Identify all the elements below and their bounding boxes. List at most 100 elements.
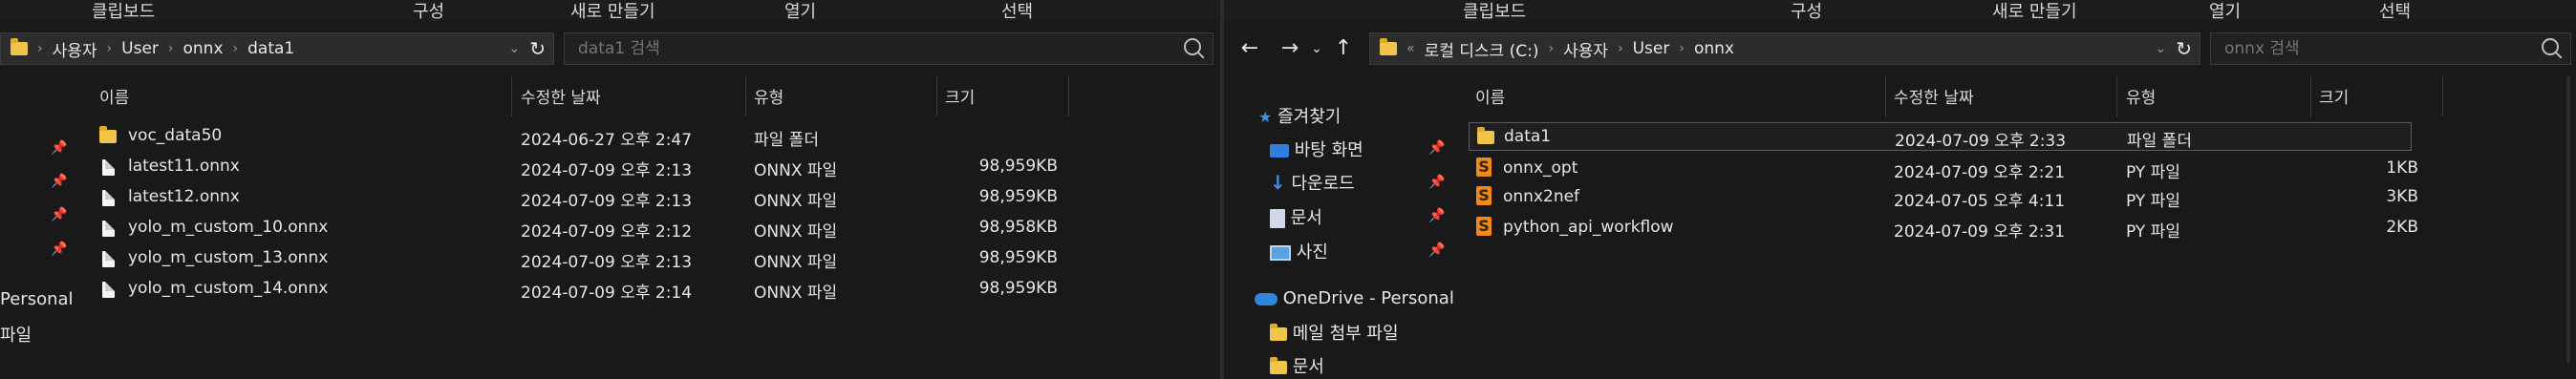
- ribbon-organize[interactable]: 구성: [413, 0, 444, 23]
- chevron-down-icon[interactable]: ⌄: [2156, 41, 2167, 56]
- nav-onedrive[interactable]: OneDrive - Personal: [1255, 288, 1454, 308]
- column-divider[interactable]: [511, 76, 512, 116]
- breadcrumb-user[interactable]: User: [1633, 39, 1670, 58]
- breadcrumb-users[interactable]: 사용자: [1563, 37, 1608, 61]
- search-box[interactable]: [564, 32, 1213, 65]
- column-header-row: 이름 수정한 날짜 유형 크기: [0, 76, 1220, 116]
- chevron-down-icon[interactable]: ⌄: [1302, 32, 1331, 65]
- list-item[interactable]: voc_data50 2024-06-27 오후 2:47 파일 폴더: [0, 122, 1220, 151]
- list-item[interactable]: latest11.onnx 2024-07-09 오후 2:13 ONNX 파일…: [0, 153, 1220, 181]
- ribbon-open[interactable]: 열기: [784, 0, 816, 23]
- breadcrumb-users[interactable]: 사용자: [53, 37, 97, 61]
- file-type: ONNX 파일: [754, 161, 838, 180]
- column-divider[interactable]: [1068, 76, 1069, 116]
- chevron-right-icon: ›: [232, 41, 239, 56]
- column-date[interactable]: 수정한 날짜: [1894, 84, 1974, 108]
- list-item[interactable]: S python_api_workflow 2024-07-09 오후 2:31…: [1224, 214, 2576, 242]
- list-item[interactable]: S onnx2nef 2024-07-05 오후 4:11 PY 파일 3KB: [1224, 183, 2576, 212]
- ribbon-groups: 클립보드 구성 새로 만들기 열기 선택: [1224, 0, 2576, 23]
- file-type: PY 파일: [2126, 222, 2180, 242]
- file-size: 98,959KB: [978, 248, 1058, 267]
- file-icon: [102, 219, 115, 238]
- search-box[interactable]: [2210, 32, 2571, 65]
- file-date: 2024-07-09 오후 2:12: [521, 222, 693, 242]
- breadcrumb-data1[interactable]: data1: [247, 39, 294, 58]
- column-divider[interactable]: [2310, 76, 2311, 116]
- column-divider[interactable]: [1885, 76, 1886, 116]
- file-size: 3KB: [2386, 187, 2418, 206]
- column-name[interactable]: 이름: [99, 84, 129, 108]
- python-file-icon: S: [1476, 217, 1492, 236]
- up-arrow-icon[interactable]: ↑: [1329, 32, 1358, 65]
- column-type[interactable]: 유형: [754, 84, 784, 108]
- nav-files[interactable]: 파일: [0, 322, 32, 347]
- ribbon-open[interactable]: 열기: [2209, 0, 2241, 23]
- list-item[interactable]: latest12.onnx 2024-07-09 오후 2:13 ONNX 파일…: [0, 183, 1220, 212]
- column-size[interactable]: 크기: [945, 84, 975, 108]
- list-item[interactable]: yolo_m_custom_14.onnx 2024-07-09 오후 2:14…: [0, 275, 1220, 304]
- breadcrumb-onnx[interactable]: onnx: [183, 39, 224, 58]
- scrollbar[interactable]: [2566, 76, 2570, 363]
- folder-icon: [1380, 38, 1397, 55]
- folder-icon: [1270, 324, 1287, 341]
- file-name: yolo_m_custom_13.onnx: [128, 248, 329, 267]
- back-arrow-icon[interactable]: ←: [1235, 32, 1264, 65]
- column-divider[interactable]: [2116, 76, 2117, 116]
- overflow-icon[interactable]: «: [1406, 41, 1415, 56]
- column-divider[interactable]: [745, 76, 746, 116]
- pictures-icon: [1270, 245, 1291, 261]
- file-size: 1KB: [2386, 158, 2418, 178]
- file-date: 2024-07-09 오후 2:33: [1895, 132, 2067, 151]
- list-item[interactable]: S onnx_opt 2024-07-09 오후 2:21 PY 파일 1KB: [1224, 155, 2576, 183]
- left-explorer-window: 클립보드 구성 새로 만들기 열기 선택 › 사용자 › User › onnx…: [0, 0, 1220, 379]
- address-bar-row: ← → ⌄ ↑ « 로컬 디스크 (C:) › 사용자 › User › onn…: [1224, 32, 2576, 67]
- column-type[interactable]: 유형: [2126, 84, 2156, 108]
- file-name: python_api_workflow: [1503, 218, 1674, 237]
- nav-item-label: 사진: [1296, 242, 1328, 263]
- ribbon-new[interactable]: 새로 만들기: [1992, 0, 2077, 23]
- chevron-right-icon: ›: [167, 41, 174, 56]
- file-type: PY 파일: [2126, 163, 2180, 182]
- nav-item-label: 메일 첨부 파일: [1292, 324, 1399, 344]
- forward-arrow-icon[interactable]: →: [1276, 32, 1304, 65]
- nav-item-onedrive-documents[interactable]: 문서: [1270, 353, 1324, 378]
- ribbon-clipboard[interactable]: 클립보드: [1463, 0, 1526, 23]
- search-icon[interactable]: [1184, 38, 1201, 55]
- search-input[interactable]: [576, 38, 867, 59]
- refresh-icon[interactable]: ↻: [529, 37, 546, 60]
- breadcrumb-local-disk[interactable]: 로컬 디스크 (C:): [1425, 37, 1539, 61]
- ribbon-organize[interactable]: 구성: [1791, 0, 1822, 23]
- address-bar[interactable]: › 사용자 › User › onnx › data1 ⌄ ↻: [0, 32, 554, 65]
- list-item-selected[interactable]: data1 2024-07-09 오후 2:33 파일 폴더: [1469, 122, 2412, 151]
- breadcrumb-user[interactable]: User: [121, 39, 159, 58]
- column-name[interactable]: 이름: [1475, 84, 1505, 108]
- chevron-right-icon: ›: [1617, 41, 1623, 56]
- ribbon-select[interactable]: 선택: [1001, 0, 1033, 23]
- breadcrumb-onnx[interactable]: onnx: [1694, 39, 1734, 58]
- search-input[interactable]: [2222, 38, 2513, 59]
- file-icon: [102, 188, 115, 207]
- ribbon-select[interactable]: 선택: [2379, 0, 2411, 23]
- chevron-down-icon[interactable]: ⌄: [509, 41, 521, 56]
- column-size[interactable]: 크기: [2319, 84, 2349, 108]
- folder-icon: [11, 38, 28, 55]
- file-type: PY 파일: [2126, 192, 2180, 211]
- ribbon-new[interactable]: 새로 만들기: [570, 0, 655, 23]
- column-divider[interactable]: [2442, 76, 2443, 116]
- file-name: voc_data50: [128, 126, 223, 145]
- file-date: 2024-07-09 오후 2:13: [521, 192, 693, 211]
- pin-icon[interactable]: 📌: [1428, 243, 1445, 257]
- column-date[interactable]: 수정한 날짜: [521, 84, 601, 108]
- address-bar[interactable]: « 로컬 디스크 (C:) › 사용자 › User › onnx ⌄ ↻: [1369, 32, 2200, 65]
- column-divider[interactable]: [936, 76, 937, 116]
- nav-item-label: 문서: [1292, 357, 1324, 377]
- folder-icon: [99, 126, 117, 146]
- list-item[interactable]: yolo_m_custom_10.onnx 2024-07-09 오후 2:12…: [0, 214, 1220, 242]
- ribbon-groups: 클립보드 구성 새로 만들기 열기 선택: [0, 0, 1220, 23]
- ribbon-clipboard[interactable]: 클립보드: [92, 0, 155, 23]
- nav-item-mail-attachments[interactable]: 메일 첨부 파일: [1270, 320, 1399, 345]
- list-item[interactable]: yolo_m_custom_13.onnx 2024-07-09 오후 2:13…: [0, 244, 1220, 273]
- pin-icon[interactable]: 📌: [1428, 141, 1445, 155]
- search-icon[interactable]: [2542, 38, 2559, 55]
- refresh-icon[interactable]: ↻: [2176, 37, 2192, 60]
